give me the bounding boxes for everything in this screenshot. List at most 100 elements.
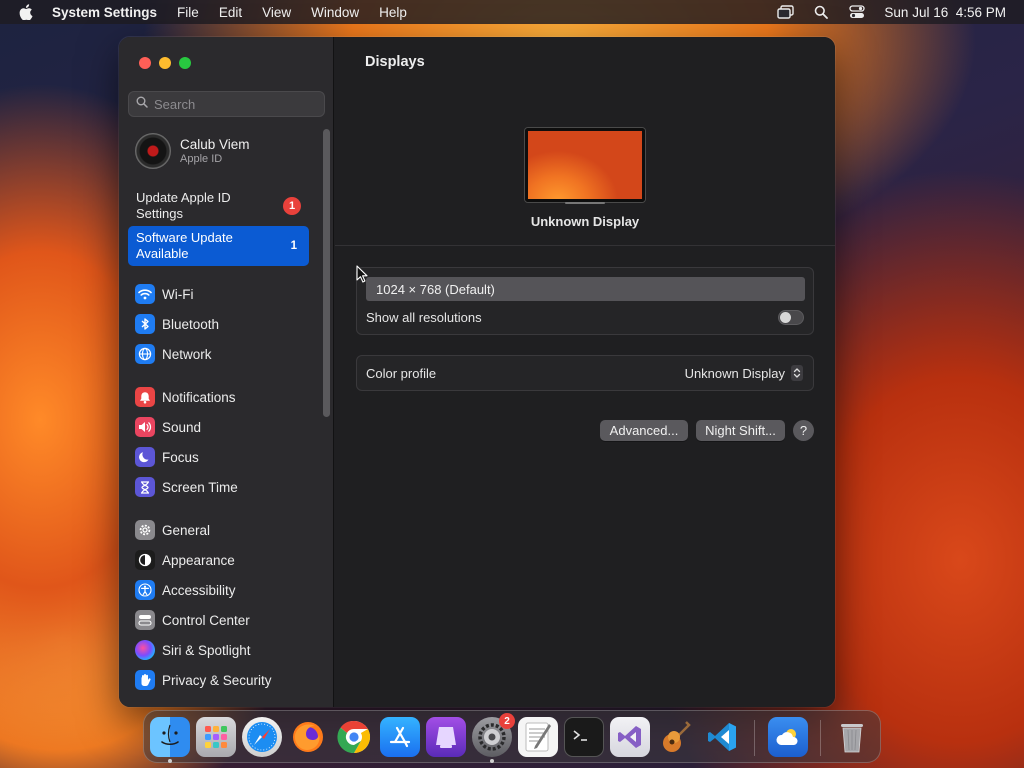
avatar: [135, 133, 171, 169]
weather-icon[interactable]: [768, 717, 808, 757]
displays-pane: Displays Unknown Display 1024 × 768 (Def…: [335, 37, 835, 707]
sidebar-item-bluetooth[interactable]: Bluetooth: [135, 312, 315, 336]
firefox-icon[interactable]: [288, 717, 328, 757]
running-indicator: [168, 759, 172, 763]
terminal-icon[interactable]: [564, 717, 604, 757]
menu-window[interactable]: Window: [311, 5, 359, 20]
search-icon: [136, 95, 148, 113]
software-update-label: Software Update Available: [136, 230, 233, 261]
sidebar-item-appearance[interactable]: Appearance: [135, 548, 315, 572]
night-shift-button[interactable]: Night Shift...: [696, 420, 785, 441]
menu-file[interactable]: File: [177, 5, 199, 20]
color-profile-value: Unknown Display: [684, 365, 785, 381]
help-button[interactable]: ?: [793, 420, 814, 441]
sidebar-item-label: Network: [162, 346, 212, 362]
sidebar-item-focus[interactable]: Focus: [135, 445, 315, 469]
sidebar-item-wifi[interactable]: Wi-Fi: [135, 282, 315, 306]
screen-mirroring-icon[interactable]: [776, 4, 794, 20]
sidebar-item-general[interactable]: General: [135, 518, 315, 542]
menu-bar: System Settings File Edit View Window He…: [0, 0, 1024, 24]
sidebar-item-label: Bluetooth: [162, 316, 220, 332]
sidebar-item-network[interactable]: Network: [135, 342, 315, 366]
apple-menu-icon[interactable]: [18, 4, 34, 20]
sidebar-item-label: Appearance: [162, 552, 235, 568]
appearance-icon: [135, 550, 155, 570]
show-all-resolutions-label: Show all resolutions: [366, 310, 482, 325]
color-profile-popup[interactable]: Unknown Display: [685, 365, 803, 381]
sidebar-item-screen-time[interactable]: Screen Time: [135, 475, 315, 499]
running-indicator: [490, 759, 494, 763]
control-center-icon: [135, 610, 155, 630]
sidebar-item-label: Siri & Spotlight: [162, 642, 251, 658]
resolution-option-selected[interactable]: 1024 × 768 (Default): [366, 277, 805, 301]
sidebar-item-label: Screen Time: [162, 479, 238, 495]
hand-icon: [135, 670, 155, 690]
menu-app-name[interactable]: System Settings: [52, 5, 157, 20]
sidebar-item-label: Notifications: [162, 389, 236, 405]
dock-separator: [820, 720, 821, 756]
menu-edit[interactable]: Edit: [219, 5, 242, 20]
spotlight-search-icon[interactable]: [812, 4, 830, 20]
show-all-resolutions-toggle[interactable]: [778, 310, 804, 325]
color-profile-label: Color profile: [366, 366, 437, 381]
trash-icon[interactable]: [832, 717, 872, 757]
sidebar-item-label: Accessibility: [162, 582, 236, 598]
accessibility-icon: [135, 580, 155, 600]
globe-icon: [135, 344, 155, 364]
sidebar-item-label: Privacy & Security: [162, 672, 272, 688]
page-title: Displays: [365, 54, 425, 70]
visual-studio-icon[interactable]: [610, 717, 650, 757]
system-settings-window: Calub Viem Apple ID Update Apple ID Sett…: [119, 37, 835, 707]
sidebar-item-notifications[interactable]: Notifications: [135, 385, 315, 409]
resolution-group: 1024 × 768 (Default) Show all resolution…: [356, 267, 814, 335]
display-stand: [565, 202, 605, 204]
sidebar-item-sound[interactable]: Sound: [135, 415, 315, 439]
sidebar-scrollbar[interactable]: [323, 129, 330, 417]
launchpad-icon[interactable]: [196, 717, 236, 757]
software-update-item[interactable]: Software Update Available 1: [128, 226, 309, 266]
simulator-icon[interactable]: [426, 717, 466, 757]
mouse-pointer-icon: [356, 265, 368, 283]
finder-icon[interactable]: [150, 717, 190, 757]
hourglass-icon: [135, 477, 155, 497]
zoom-window-button[interactable]: [179, 57, 191, 69]
gear-icon: [135, 520, 155, 540]
color-profile-group: Color profile Unknown Display: [356, 355, 814, 391]
dock-separator: [754, 720, 755, 756]
sidebar-item-control-center[interactable]: Control Center: [135, 608, 315, 632]
menu-clock[interactable]: Sun Jul 16 4:56 PM: [884, 5, 1006, 20]
menu-view[interactable]: View: [262, 5, 291, 20]
display-name: Unknown Display: [530, 214, 640, 229]
safari-icon[interactable]: [242, 717, 282, 757]
sidebar-item-accessibility[interactable]: Accessibility: [135, 578, 315, 602]
update-apple-id-badge: 1: [283, 197, 301, 215]
advanced-button[interactable]: Advanced...: [600, 420, 688, 441]
search-input[interactable]: [154, 96, 314, 112]
menu-help[interactable]: Help: [379, 5, 407, 20]
update-apple-id-item[interactable]: Update Apple ID Settings 1: [128, 186, 309, 226]
window-controls: [139, 57, 191, 69]
sidebar: Calub Viem Apple ID Update Apple ID Sett…: [119, 37, 334, 707]
app-store-icon[interactable]: [380, 717, 420, 757]
moon-icon: [135, 447, 155, 467]
divider: [335, 245, 835, 246]
siri-icon: [135, 640, 155, 660]
close-window-button[interactable]: [139, 57, 151, 69]
instruments-icon[interactable]: [656, 717, 696, 757]
textedit-icon[interactable]: [518, 717, 558, 757]
bell-icon: [135, 387, 155, 407]
sidebar-item-siri-spotlight[interactable]: Siri & Spotlight: [135, 638, 315, 662]
sidebar-item-label: General: [162, 522, 211, 538]
profile-subtitle: Apple ID: [180, 153, 223, 165]
vscode-icon[interactable]: [702, 717, 742, 757]
sidebar-item-privacy-security[interactable]: Privacy & Security: [135, 668, 315, 692]
minimize-window-button[interactable]: [159, 57, 171, 69]
search-field[interactable]: [128, 91, 325, 117]
display-thumbnail[interactable]: [525, 128, 645, 202]
chrome-icon[interactable]: [334, 717, 374, 757]
sidebar-item-label: Control Center: [162, 612, 250, 628]
control-center-menubar-icon[interactable]: [848, 4, 866, 20]
toggle-knob: [780, 312, 791, 323]
bluetooth-icon: [135, 314, 155, 334]
apple-id-profile[interactable]: Calub Viem Apple ID: [135, 131, 315, 171]
